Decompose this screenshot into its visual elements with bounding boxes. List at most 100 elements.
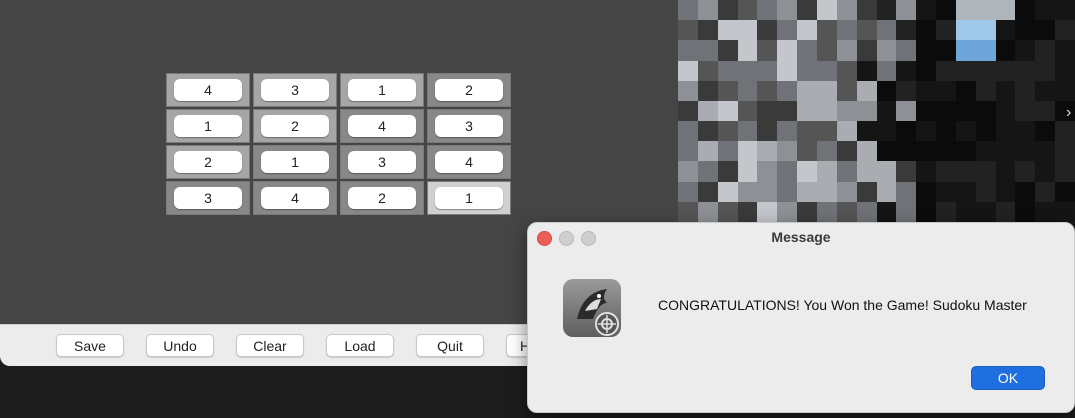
quit-button[interactable]: Quit: [416, 334, 484, 357]
mosaic-pixel: [1035, 100, 1056, 122]
mosaic-pixel: [697, 141, 718, 162]
cell-value[interactable]: 2: [174, 151, 242, 173]
mosaic-pixel: [678, 141, 698, 162]
mosaic-pixel: [797, 100, 817, 122]
grid-cell[interactable]: 3: [340, 145, 424, 179]
mosaic-pixel: [856, 40, 877, 61]
mosaic-pixel: [955, 121, 976, 142]
cell-value[interactable]: 4: [261, 187, 329, 209]
mosaic-pixel: [836, 161, 857, 182]
mosaic-pixel: [876, 20, 897, 41]
grid-cell[interactable]: 4: [166, 73, 250, 107]
mosaic-pixel: [816, 100, 837, 122]
mosaic-pixel: [876, 201, 897, 222]
mosaic-pixel: [876, 80, 897, 101]
mosaic-pixel: [876, 40, 897, 61]
cell-value[interactable]: 1: [435, 187, 503, 209]
mosaic-pixel: [1015, 201, 1036, 222]
mosaic-pixel: [777, 60, 798, 81]
mosaic-pixel: [936, 141, 956, 162]
cell-value[interactable]: 3: [435, 115, 503, 137]
mosaic-pixel: [896, 40, 917, 61]
mosaic-pixel: [816, 141, 837, 162]
mosaic-pixel: [1015, 121, 1036, 142]
undo-button[interactable]: Undo: [146, 334, 214, 357]
cell-value[interactable]: 2: [261, 115, 329, 137]
grid-cell[interactable]: 4: [253, 181, 337, 215]
mosaic-pixel: [757, 121, 778, 142]
save-button[interactable]: Save: [56, 334, 124, 357]
mosaic-pixel: [1015, 80, 1036, 101]
mosaic-pixel: [1035, 20, 1056, 41]
mosaic-pixel: [757, 161, 778, 182]
mosaic-pixel: [896, 201, 917, 222]
grid-cell[interactable]: 4: [427, 145, 511, 179]
grid-cell[interactable]: 1: [427, 181, 511, 215]
mosaic-pixel: [757, 60, 778, 81]
mosaic-pixel: [836, 20, 857, 41]
mosaic-pixel: [916, 161, 937, 182]
cell-value[interactable]: 4: [348, 115, 416, 137]
cell-value[interactable]: 4: [174, 79, 242, 101]
mosaic-pixel: [777, 100, 798, 122]
grid-cell[interactable]: 3: [166, 181, 250, 215]
mosaic-pixel: [955, 60, 976, 81]
mosaic-pixel: [836, 80, 857, 101]
mosaic-pixel: [678, 100, 698, 122]
cell-value[interactable]: 3: [261, 79, 329, 101]
cell-value[interactable]: 1: [174, 115, 242, 137]
cell-value[interactable]: 4: [435, 151, 503, 173]
grid-cell[interactable]: 2: [427, 73, 511, 107]
cell-value[interactable]: 1: [261, 151, 329, 173]
clear-button[interactable]: Clear: [236, 334, 304, 357]
grid-cell[interactable]: 4: [340, 109, 424, 143]
message-dialog: Message CONGRATULATIONS! You Won the Gam…: [527, 222, 1075, 413]
grid-cell[interactable]: 3: [427, 109, 511, 143]
mosaic-pixel: [995, 161, 1016, 182]
grid-cell[interactable]: 2: [166, 145, 250, 179]
mosaic-pixel: [717, 40, 738, 61]
mosaic-pixel: [816, 80, 837, 101]
mosaic-pixel: [737, 121, 758, 142]
grid-cell[interactable]: 2: [253, 109, 337, 143]
grid-cell[interactable]: 1: [340, 73, 424, 107]
grid-cell[interactable]: 2: [340, 181, 424, 215]
cell-value[interactable]: 2: [348, 187, 416, 209]
mosaic-pixel: [816, 181, 837, 202]
cell-value[interactable]: 3: [348, 151, 416, 173]
mosaic-pixel: [1035, 161, 1056, 182]
mosaic-pixel: [678, 0, 698, 21]
mosaic-pixel: [678, 121, 698, 142]
mosaic-pixel: [757, 80, 778, 101]
mosaic-pixel: [856, 181, 877, 202]
mosaic-pixel: [836, 0, 857, 21]
mosaic-pixel: [1035, 201, 1056, 222]
cell-value[interactable]: 2: [435, 79, 503, 101]
cell-value[interactable]: 3: [174, 187, 242, 209]
mosaic-pixel: [697, 60, 718, 81]
load-button[interactable]: Load: [326, 334, 394, 357]
mosaic-pixel: [816, 161, 837, 182]
ok-button[interactable]: OK: [971, 366, 1045, 390]
mosaic-pixel: [955, 40, 976, 61]
dialog-message: CONGRATULATIONS! You Won the Game! Sudok…: [658, 297, 1027, 313]
mosaic-pixel: [836, 201, 857, 222]
mosaic-pixel: [856, 201, 877, 222]
mosaic-pixel: [975, 20, 996, 41]
mosaic-pixel: [757, 201, 778, 222]
mosaic-pixel: [816, 121, 837, 142]
grid-cell[interactable]: 3: [253, 73, 337, 107]
mosaic-pixel: [955, 80, 976, 101]
mosaic-pixel: [936, 40, 956, 61]
mosaic-pixel: [1055, 40, 1075, 61]
mosaic-pixel: [955, 141, 976, 162]
mosaic-pixel: [797, 0, 817, 21]
mosaic-pixel: [975, 121, 996, 142]
mosaic-pixel: [955, 20, 976, 41]
grid-cell[interactable]: 1: [253, 145, 337, 179]
mosaic-pixel: [697, 0, 718, 21]
cell-value[interactable]: 1: [348, 79, 416, 101]
mosaic-pixel: [697, 161, 718, 182]
mosaic-pixel: [678, 181, 698, 202]
grid-cell[interactable]: 1: [166, 109, 250, 143]
